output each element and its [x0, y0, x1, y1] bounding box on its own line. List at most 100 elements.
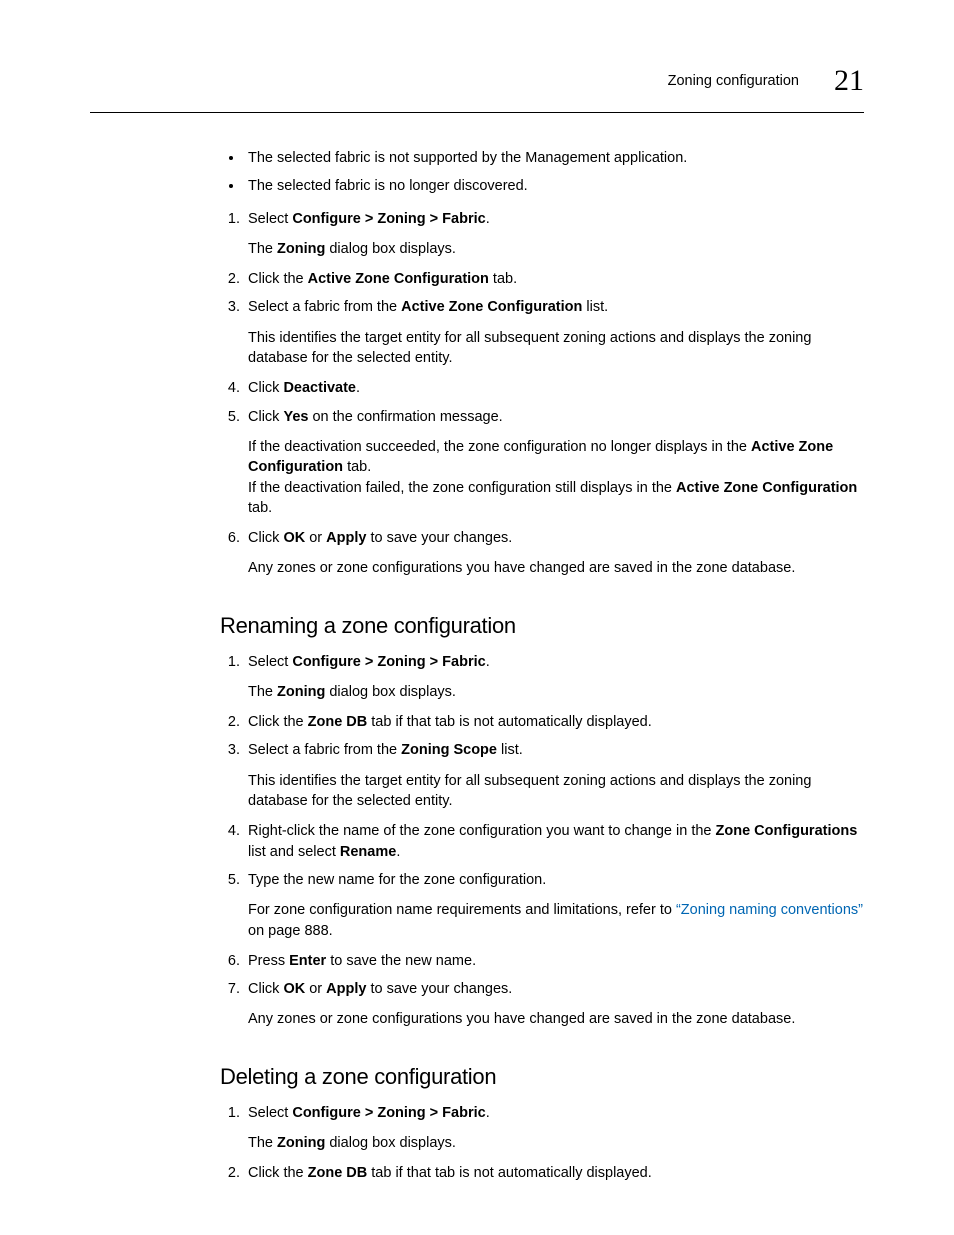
- text: to save your changes.: [366, 530, 512, 546]
- dialog-name: Zoning: [277, 684, 325, 700]
- bullet-list: The selected fabric is not supported by …: [220, 148, 864, 197]
- list-item: Click the Active Zone Configuration tab.: [244, 269, 864, 289]
- text: dialog box displays.: [325, 684, 456, 700]
- step-note: Any zones or zone configurations you hav…: [248, 558, 864, 578]
- text: .: [486, 654, 490, 670]
- list-item: Right-click the name of the zone configu…: [244, 821, 864, 862]
- list-item: Click the Zone DB tab if that tab is not…: [244, 1163, 864, 1183]
- text: dialog box displays.: [325, 241, 456, 257]
- steps-deactivate: Select Configure > Zoning > Fabric. The …: [220, 209, 864, 579]
- text: dialog box displays.: [325, 1135, 456, 1151]
- text: to save your changes.: [366, 981, 512, 997]
- list-item: Select Configure > Zoning > Fabric. The …: [244, 209, 864, 260]
- text: Select a fabric from the: [248, 742, 401, 758]
- text: list.: [582, 299, 608, 315]
- tab-name: Active Zone Configuration: [308, 271, 489, 287]
- page-header: Zoning configuration 21: [90, 60, 864, 102]
- text: list and select: [248, 844, 340, 860]
- text: to save the new name.: [326, 953, 476, 969]
- list-item: The selected fabric is not supported by …: [244, 148, 864, 168]
- list-item: Select Configure > Zoning > Fabric. The …: [244, 1103, 864, 1154]
- text: or: [305, 530, 326, 546]
- text: Click: [248, 409, 283, 425]
- list-item: Select a fabric from the Active Zone Con…: [244, 297, 864, 368]
- body-content: The selected fabric is not supported by …: [220, 148, 864, 1183]
- list-item: Click Yes on the confirmation message. I…: [244, 407, 864, 518]
- text: Click: [248, 981, 283, 997]
- text: For zone configuration name requirements…: [248, 902, 676, 918]
- text: Press: [248, 953, 289, 969]
- text: If the deactivation failed, the zone con…: [248, 480, 676, 496]
- tab-name: Zone DB: [308, 1165, 368, 1181]
- text: Click: [248, 530, 283, 546]
- list-item: Click Deactivate.: [244, 378, 864, 398]
- xref-link[interactable]: “Zoning naming conventions”: [676, 902, 863, 918]
- step-note: Any zones or zone configurations you hav…: [248, 1009, 864, 1029]
- text: Click the: [248, 1165, 308, 1181]
- dialog-name: Zoning: [277, 1135, 325, 1151]
- text: .: [396, 844, 400, 860]
- list-name: Zone Configurations: [716, 823, 858, 839]
- step-note: The Zoning dialog box displays.: [248, 682, 864, 702]
- list-item: Type the new name for the zone configura…: [244, 870, 864, 941]
- text: Select a fabric from the: [248, 299, 401, 315]
- text: .: [486, 211, 490, 227]
- button-name: Apply: [326, 981, 366, 997]
- text: or: [305, 981, 326, 997]
- header-rule: [90, 112, 864, 113]
- text: Click the: [248, 271, 308, 287]
- menu-path: Configure > Zoning > Fabric: [292, 1105, 485, 1121]
- text: Click the: [248, 714, 308, 730]
- text: The: [248, 684, 277, 700]
- button-name: Yes: [283, 409, 308, 425]
- menu-item: Rename: [340, 844, 396, 860]
- text: The: [248, 1135, 277, 1151]
- text: .: [486, 1105, 490, 1121]
- list-item: Select Configure > Zoning > Fabric. The …: [244, 652, 864, 703]
- list-name: Zoning Scope: [401, 742, 497, 758]
- list-item: Press Enter to save the new name.: [244, 951, 864, 971]
- chapter-number: 21: [834, 60, 864, 102]
- step-note: The Zoning dialog box displays.: [248, 239, 864, 259]
- list-item: Click OK or Apply to save your changes. …: [244, 528, 864, 579]
- text: The: [248, 241, 277, 257]
- section-title: Zoning configuration: [668, 71, 799, 91]
- tab-name: Active Zone Configuration: [676, 480, 857, 496]
- heading-renaming: Renaming a zone configuration: [220, 611, 864, 642]
- text: on page 888.: [248, 923, 333, 939]
- tab-name: Zone DB: [308, 714, 368, 730]
- text: tab if that tab is not automatically dis…: [367, 1165, 652, 1181]
- text: tab.: [248, 500, 272, 516]
- step-note: The Zoning dialog box displays.: [248, 1133, 864, 1153]
- step-note: If the deactivation succeeded, the zone …: [248, 437, 864, 518]
- menu-path: Configure > Zoning > Fabric: [292, 211, 485, 227]
- step-note: This identifies the target entity for al…: [248, 771, 864, 812]
- text: on the confirmation message.: [308, 409, 502, 425]
- step-note: For zone configuration name requirements…: [248, 900, 864, 941]
- page: Zoning configuration 21 The selected fab…: [0, 0, 954, 1235]
- steps-delete: Select Configure > Zoning > Fabric. The …: [220, 1103, 864, 1184]
- text: If the deactivation succeeded, the zone …: [248, 439, 751, 455]
- text: Select: [248, 1105, 292, 1121]
- key-name: Enter: [289, 953, 326, 969]
- text: tab.: [489, 271, 517, 287]
- list-name: Active Zone Configuration: [401, 299, 582, 315]
- menu-path: Configure > Zoning > Fabric: [292, 654, 485, 670]
- step-note: This identifies the target entity for al…: [248, 328, 864, 369]
- dialog-name: Zoning: [277, 241, 325, 257]
- list-item: Click the Zone DB tab if that tab is not…: [244, 712, 864, 732]
- button-name: OK: [283, 530, 305, 546]
- list-item: Select a fabric from the Zoning Scope li…: [244, 740, 864, 811]
- text: tab.: [343, 459, 371, 475]
- text: Click: [248, 380, 283, 396]
- heading-deleting: Deleting a zone configuration: [220, 1062, 864, 1093]
- list-item: The selected fabric is no longer discove…: [244, 176, 864, 196]
- list-item: Click OK or Apply to save your changes. …: [244, 979, 864, 1030]
- text: tab if that tab is not automatically dis…: [367, 714, 652, 730]
- steps-rename: Select Configure > Zoning > Fabric. The …: [220, 652, 864, 1030]
- text: Type the new name for the zone configura…: [248, 872, 546, 888]
- button-name: OK: [283, 981, 305, 997]
- text: Select: [248, 211, 292, 227]
- text: Right-click the name of the zone configu…: [248, 823, 716, 839]
- text: .: [356, 380, 360, 396]
